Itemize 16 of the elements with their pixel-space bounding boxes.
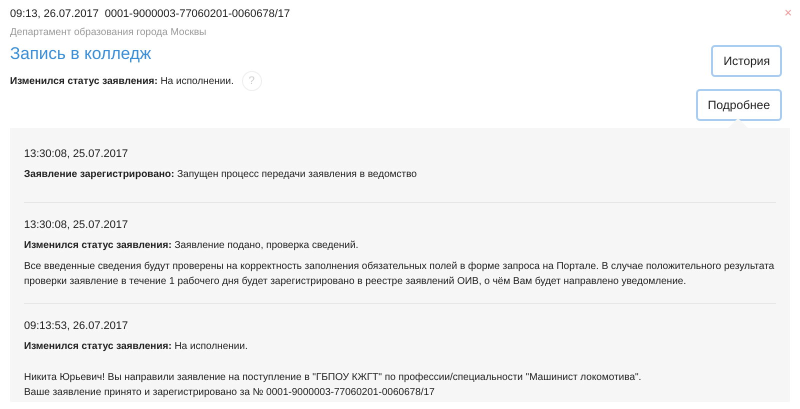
event-message: Все введенные сведения будут проверены на корректность заполнения обязательных полей в форме запроса на Портале. В случае положительного результата проверки заявление в течение 1 рабочего дня будет зарегистрировано в реестре заявлений ОИВ, о чём Вам будет направлено уведомление. xyxy=(24,260,776,289)
event-message: Ваше заявление принято и зарегистрировано за № 0001-9000003-77060201-0060678/17 xyxy=(24,386,436,400)
event-time: 09:13:53, 26.07.2017 xyxy=(24,320,129,332)
event-status: Изменился статус заявления: На исполнении. xyxy=(24,341,249,352)
event-status: Изменился статус заявления: Заявление подано, проверка сведений. xyxy=(24,240,360,251)
service-title: Запись в колледж xyxy=(10,44,152,64)
status-text: Изменился статус заявления: На исполнении. xyxy=(10,76,234,86)
event-message: Никита Юрьевич! Вы направили заявление на поступление в "ГБПОУ КЖГТ" по профессии/специальности "Машинист локомотива". xyxy=(24,371,642,385)
history-button[interactable]: История xyxy=(711,45,782,77)
details-button[interactable]: Подробнее xyxy=(696,89,782,121)
event-time: 13:30:08, 25.07.2017 xyxy=(24,148,129,160)
application-number: 0001-9000003-77060201-0060678/17 xyxy=(104,8,290,20)
timestamp: 09:13, 26.07.2017 xyxy=(10,8,99,20)
event-status: Заявление зарегистрировано: Запущен процесс передачи заявления в ведомство xyxy=(24,169,418,180)
department-name: Департамент образования города Москвы xyxy=(10,27,208,38)
event-time: 13:30:08, 25.07.2017 xyxy=(24,219,129,231)
